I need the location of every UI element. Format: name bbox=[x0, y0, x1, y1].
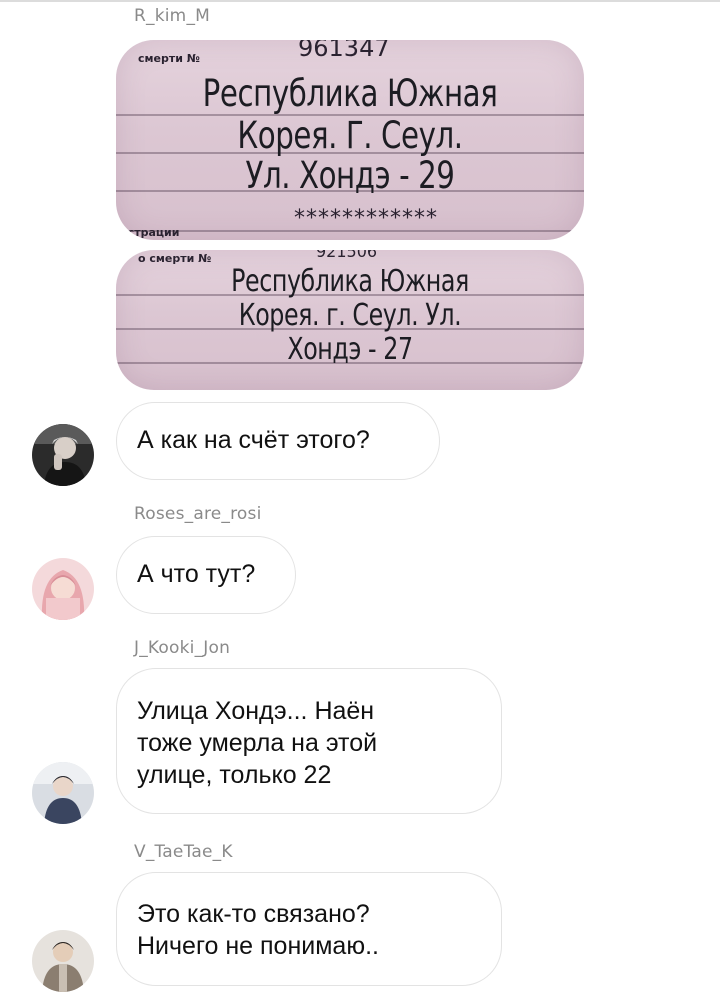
address-line: Корея. Г. Сеул. bbox=[237, 114, 463, 157]
masked-field: ************ bbox=[294, 206, 438, 231]
top-divider bbox=[0, 0, 720, 2]
message-text: А что тут? bbox=[137, 560, 256, 588]
message-text: А как на счёт этого? bbox=[137, 426, 370, 454]
message-bubble[interactable]: Улица Хондэ... Наён тоже умерла на этой … bbox=[116, 668, 502, 814]
avatar[interactable] bbox=[32, 558, 94, 620]
address-line: Ул. Хондэ - 29 bbox=[245, 154, 455, 197]
address-line: Республика Южная bbox=[202, 72, 498, 115]
form-label: истрации bbox=[120, 226, 180, 239]
address-line: Корея. г. Сеул. Ул. bbox=[238, 298, 462, 333]
sender-name: R_kim_M bbox=[134, 6, 211, 26]
avatar[interactable] bbox=[32, 762, 94, 824]
message-text: Это как-то связано? Ничего не понимаю.. bbox=[137, 900, 379, 960]
message-bubble[interactable]: А как на счёт этого? bbox=[116, 402, 440, 480]
message-text: Улица Хондэ... Наён тоже умерла на этой … bbox=[137, 697, 378, 789]
form-label: смерти № bbox=[138, 52, 200, 65]
image-message[interactable]: о смерти № 921506 Республика Южная Корея… bbox=[116, 250, 584, 390]
address-line: Республика Южная bbox=[231, 264, 469, 299]
avatar[interactable] bbox=[32, 930, 94, 992]
sender-name: J_Kooki_Jon bbox=[134, 638, 231, 658]
image-message[interactable]: смерти № 961347 Республика Южная Корея. … bbox=[116, 40, 584, 240]
sender-name: V_TaeTae_K bbox=[134, 842, 233, 862]
sender-name: Roses_are_rosi bbox=[134, 504, 262, 524]
form-number: 961347 bbox=[298, 40, 390, 62]
message-bubble[interactable]: А что тут? bbox=[116, 536, 296, 614]
avatar[interactable] bbox=[32, 424, 94, 486]
address-line: Хондэ - 27 bbox=[287, 332, 413, 367]
form-number: 921506 bbox=[316, 250, 378, 261]
message-bubble[interactable]: Это как-то связано? Ничего не понимаю.. bbox=[116, 872, 502, 986]
